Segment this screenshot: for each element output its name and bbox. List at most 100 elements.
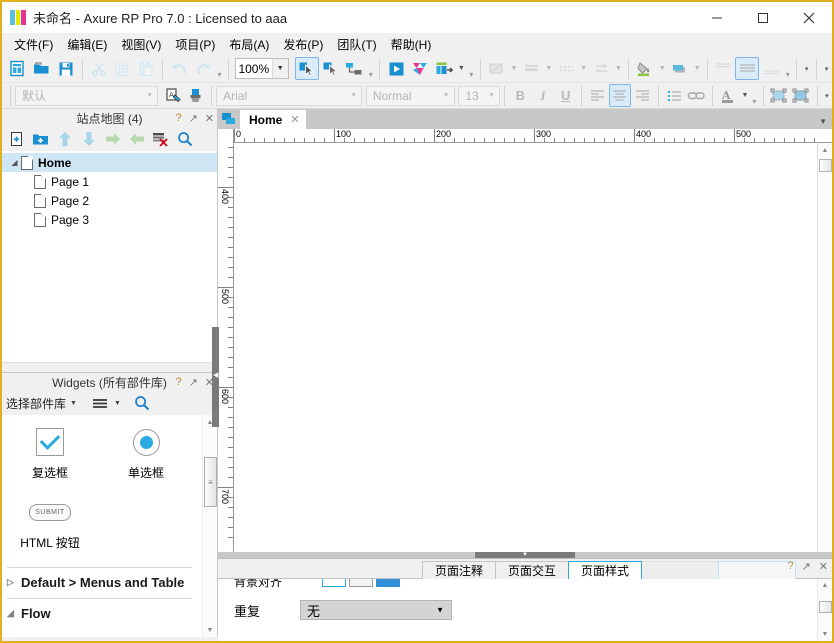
menu-view[interactable]: 视图(V) [114,34,168,55]
select-tool-button[interactable] [295,57,319,80]
menu-help[interactable]: 帮助(H) [384,34,439,55]
chevron-down-icon[interactable]: ▼ [272,59,288,78]
fill-color-button[interactable] [633,57,657,80]
paste-button[interactable] [134,57,158,80]
maximize-button[interactable] [740,2,786,33]
clear-style-button[interactable] [185,84,208,107]
underline-button[interactable]: U [554,84,577,107]
scrollbar-thumb[interactable] [819,601,832,613]
sitemap-item-page3[interactable]: Page 3 [2,210,217,229]
indent-right-arrow-icon[interactable] [103,130,122,149]
scroll-down-arrow-icon[interactable]: ▼ [818,628,832,641]
scrollbar-thumb[interactable]: ≡ [204,457,217,507]
chevron-down-icon[interactable]: ▼ [439,92,454,99]
menu-layout[interactable]: 布局(A) [222,34,276,55]
help-icon[interactable]: ? [787,560,793,573]
align-option-1-button[interactable] [322,579,346,587]
italic-button[interactable]: I [532,84,555,107]
toolbar-overflow-grip[interactable]: ▾ [750,86,758,106]
close-panel-icon[interactable]: ✕ [205,112,214,125]
font-weight-select[interactable]: Normal ▼ [366,86,455,106]
search-icon[interactable] [175,130,194,149]
tab-ghost-1[interactable] [641,561,719,579]
zoom-level-combo[interactable]: 100% ▼ [235,58,289,79]
open-file-button[interactable] [30,57,54,80]
align-center-button[interactable] [609,84,632,107]
line-style-button[interactable] [520,57,544,80]
float-panel-icon[interactable]: ↗ [802,560,811,573]
repeat-select[interactable]: 无 ▼ [300,600,452,620]
connector-tool-button[interactable] [342,57,366,80]
toolbar-overflow-grip[interactable]: ▾ [215,59,224,79]
align-right-button[interactable] [631,84,654,107]
delete-page-icon[interactable] [151,130,170,149]
toolbar-expand-2[interactable]: ▾ [821,58,832,80]
scroll-down-arrow-icon[interactable]: ▼ [203,623,217,637]
minimize-button[interactable] [694,2,740,33]
widgets-vertical-scrollbar[interactable]: ▲ ≡ ▼ [202,415,217,637]
toolbar-expand-1[interactable]: ▾ [801,58,812,80]
menu-edit[interactable]: 编辑(E) [60,34,114,55]
marquee-tool-button[interactable] [319,57,343,80]
widget-category-flow[interactable]: ◢ Flow [2,599,202,627]
chevron-down-icon[interactable]: ▼ [740,85,750,107]
align-left-button[interactable] [586,84,609,107]
toolbar-overflow-grip[interactable]: ▾ [783,59,792,79]
widget-html-button[interactable]: SUBMIT HTML 按钮 [2,495,98,551]
font-family-select[interactable]: Arial ▼ [216,86,362,106]
hyperlink-button[interactable] [686,84,709,107]
toolbar-overflow-grip[interactable]: ▾ [467,59,476,79]
chevron-down-icon[interactable]: ▼ [657,58,668,80]
style-select[interactable]: 默认 ▼ [15,86,158,106]
widget-library-selector[interactable]: 选择部件库 [6,395,66,412]
bullet-list-button[interactable] [663,84,686,107]
collapse-arrow-icon[interactable]: ◀ [213,371,218,379]
chevron-right-icon[interactable]: ▷ [7,577,21,588]
save-file-button[interactable] [54,57,78,80]
menu-file[interactable]: 文件(F) [7,34,60,55]
chevron-down-icon[interactable]: ▼ [692,58,703,80]
generate-html-button[interactable] [408,57,432,80]
tab-page-notes[interactable]: 页面注释 [422,561,496,579]
chevron-down-icon[interactable]: ▼ [142,92,157,99]
group-button[interactable] [767,84,790,107]
toolbar-expand-3[interactable]: ▾ [822,85,832,107]
design-canvas[interactable] [234,143,817,622]
expand-arrow-icon[interactable]: ◢ [8,158,21,167]
menu-team[interactable]: 团队(T) [330,34,383,55]
sitemap-tree[interactable]: ◢ Home Page 1 Page 2 Page 3 [2,151,217,362]
list-view-icon[interactable] [91,394,110,413]
font-size-select[interactable]: 13 ▼ [458,86,500,106]
close-icon[interactable]: ✕ [290,113,299,126]
move-up-arrow-icon[interactable] [55,130,74,149]
left-dock-resize-handle[interactable]: ◀ [212,327,219,427]
inspector-vertical-scrollbar[interactable]: ▲ ▼ [817,579,832,641]
menu-publish[interactable]: 发布(P) [276,34,330,55]
chevron-down-icon[interactable]: ▼ [436,606,444,615]
copy-button[interactable] [111,57,135,80]
search-icon[interactable] [133,394,152,413]
bold-button[interactable]: B [509,84,532,107]
undo-button[interactable] [167,57,191,80]
chevron-down-icon[interactable]: ▼ [578,58,589,80]
chevron-down-icon[interactable]: ▼ [456,58,467,80]
ungroup-button[interactable] [790,84,813,107]
scroll-up-arrow-icon[interactable]: ▲ [818,579,832,592]
dash-style-button[interactable] [554,57,578,80]
menu-project[interactable]: 项目(P) [168,34,222,55]
tab-ghost-2[interactable] [718,561,796,579]
page-tab-home[interactable]: Home ✕ [240,110,306,129]
border-style-button[interactable] [485,57,509,80]
valign-bottom-button[interactable] [759,57,783,80]
publish-button[interactable] [432,57,456,80]
valign-top-button[interactable] [712,57,736,80]
new-file-button[interactable] [6,57,30,80]
close-button[interactable] [786,2,832,33]
chevron-down-icon[interactable]: ▼ [114,400,121,407]
widget-checkbox[interactable]: 复选框 [2,425,98,481]
outdent-left-arrow-icon[interactable] [127,130,146,149]
chevron-down-icon[interactable]: ▼ [509,58,520,80]
chevron-down-icon[interactable]: ◢ [7,608,21,619]
align-option-2-button[interactable] [349,579,373,587]
arrow-style-button[interactable] [589,57,613,80]
